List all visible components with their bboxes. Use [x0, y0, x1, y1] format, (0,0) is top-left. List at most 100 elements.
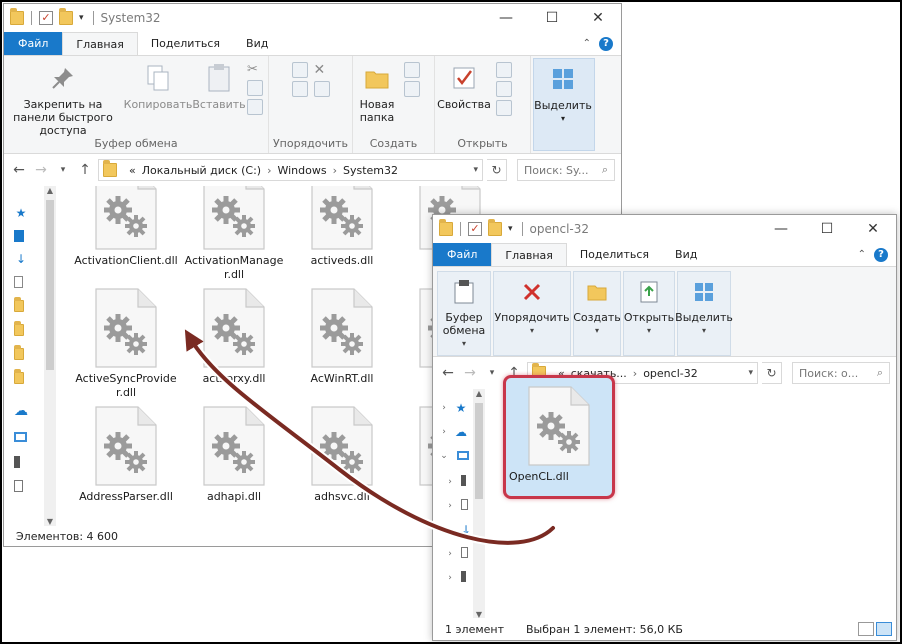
address-bar[interactable]: « Локальный диск (C:) › Windows › System… [98, 159, 483, 181]
tab-view[interactable]: Вид [233, 32, 281, 55]
breadcrumb-item[interactable]: Локальный диск (C:) [142, 164, 261, 177]
organize-button[interactable]: Упорядочить ▾ [493, 271, 571, 356]
new-folder-quick-icon[interactable] [488, 219, 502, 236]
tab-home[interactable]: Главная [62, 32, 138, 55]
file-item[interactable]: ActivationManager.dll [180, 186, 288, 282]
select-button[interactable]: Выделить ▾ [534, 63, 592, 125]
open-icon[interactable] [496, 62, 512, 78]
nav-scrollbar[interactable]: ▲ ▼ [473, 389, 485, 619]
recent-locations-icon[interactable]: ▾ [483, 368, 501, 378]
help-icon[interactable]: ? [874, 247, 888, 262]
search-input[interactable]: Поиск: Sy... ⌕ [517, 159, 615, 181]
address-dropdown-icon[interactable]: ▾ [748, 368, 753, 378]
open-button[interactable]: Открыть ▾ [623, 271, 675, 356]
scroll-thumb[interactable] [46, 200, 54, 370]
selected-file-item[interactable]: OpenCL.dll [503, 375, 615, 499]
back-arrow-icon[interactable]: ← [10, 162, 28, 178]
nav-folder-icon[interactable] [14, 321, 24, 336]
maximize-button[interactable]: ☐ [529, 4, 575, 32]
expand-icon[interactable]: › [443, 571, 457, 585]
nav-folder-icon[interactable] [14, 369, 24, 384]
expand-icon[interactable]: › [443, 523, 457, 537]
file-item[interactable]: AddressParser.dll [72, 400, 180, 518]
scroll-up-icon[interactable]: ▲ [44, 186, 56, 195]
maximize-button[interactable]: ☐ [804, 215, 850, 243]
minimize-button[interactable]: — [483, 4, 529, 32]
tab-view[interactable]: Вид [662, 243, 710, 266]
close-button[interactable]: ✕ [850, 215, 896, 243]
create-button[interactable]: Создать ▾ [573, 271, 621, 356]
copy-path-icon[interactable] [247, 80, 263, 96]
paste-shortcut-icon[interactable] [247, 99, 263, 115]
recent-locations-icon[interactable]: ▾ [54, 165, 72, 175]
quick-access-dropdown-icon[interactable]: ▾ [508, 224, 513, 234]
large-icons-view-icon[interactable] [876, 622, 892, 636]
nav-scrollbar[interactable]: ▲ ▼ [44, 186, 56, 526]
nav-folder-icon[interactable] [14, 345, 24, 360]
minimize-button[interactable]: — [758, 215, 804, 243]
file-item[interactable]: AcWinRT.dll [288, 282, 396, 400]
this-pc-icon[interactable] [14, 432, 27, 442]
nav-doc-icon[interactable] [14, 480, 23, 492]
documents-icon[interactable] [14, 276, 23, 288]
nav-doc-icon[interactable] [461, 547, 468, 558]
copy-to-icon[interactable] [291, 81, 308, 97]
breadcrumb-item[interactable]: opencl-32 [643, 367, 698, 380]
tab-file[interactable]: Файл [4, 32, 63, 55]
file-item[interactable]: adhsvc.dll [288, 400, 396, 518]
file-item[interactable]: activeds.dll [288, 186, 396, 282]
edit-icon[interactable] [496, 81, 512, 97]
expand-icon[interactable]: › [443, 475, 457, 489]
details-view-icon[interactable] [858, 622, 874, 636]
properties-quick-icon[interactable]: ✓ [39, 11, 53, 25]
scroll-up-icon[interactable]: ▲ [473, 389, 485, 398]
tab-share[interactable]: Поделиться [567, 243, 662, 266]
expand-icon[interactable]: › [443, 499, 457, 513]
expand-icon[interactable]: › [437, 425, 451, 439]
delete-icon[interactable]: ✕ [314, 62, 330, 78]
tab-file[interactable]: Файл [433, 243, 492, 266]
help-icon[interactable]: ? [599, 36, 613, 51]
pin-quick-access-button[interactable]: Закрепить на панели быстрого доступа [4, 62, 122, 137]
file-item[interactable]: actxprxy.dll [180, 282, 288, 400]
address-dropdown-icon[interactable]: ▾ [473, 165, 478, 175]
select-button[interactable]: Выделить ▾ [675, 271, 733, 356]
properties-quick-icon[interactable]: ✓ [468, 222, 482, 236]
tab-share[interactable]: Поделиться [138, 32, 233, 55]
up-arrow-icon[interactable]: ↑ [76, 162, 94, 178]
quick-access-icon[interactable]: ★ [455, 401, 467, 415]
file-item[interactable]: ActiveSyncProvider.dll [72, 282, 180, 400]
paste-button[interactable]: Вставить [192, 62, 246, 111]
expand-icon[interactable]: › [437, 401, 451, 415]
quick-access-dropdown-icon[interactable]: ▾ [79, 13, 84, 23]
nav-doc-icon[interactable] [461, 499, 468, 510]
close-button[interactable]: ✕ [575, 4, 621, 32]
copy-button[interactable]: Копировать [122, 62, 194, 111]
drive-icon[interactable] [461, 571, 466, 582]
tab-home[interactable]: Главная [491, 243, 567, 266]
rename-icon[interactable] [313, 81, 330, 97]
back-arrow-icon[interactable]: ← [439, 365, 457, 381]
drive-icon[interactable] [461, 475, 466, 486]
new-folder-button[interactable]: Новая папка [353, 62, 401, 124]
history-icon[interactable] [496, 100, 512, 116]
collapse-ribbon-icon[interactable]: ⌃ [583, 38, 591, 49]
forward-arrow-icon[interactable]: → [32, 162, 50, 178]
new-folder-quick-icon[interactable] [59, 8, 73, 25]
forward-arrow-icon[interactable]: → [461, 365, 479, 381]
quick-access-icon[interactable]: ★ [14, 206, 28, 220]
clipboard-button[interactable]: Буфер обмена ▾ [437, 271, 491, 356]
expand-icon[interactable]: › [443, 547, 457, 561]
search-input[interactable]: Поиск: о... ⌕ [792, 362, 890, 384]
breadcrumb-item[interactable]: System32 [343, 164, 398, 177]
properties-button[interactable]: Свойства [435, 62, 493, 111]
onedrive-icon[interactable]: ☁ [455, 425, 467, 439]
collapse-icon[interactable]: ⌄ [437, 449, 451, 463]
collapse-ribbon-icon[interactable]: ⌃ [858, 249, 866, 260]
refresh-icon[interactable]: ↻ [762, 362, 782, 384]
drive-icon[interactable] [14, 456, 20, 468]
breadcrumb-item[interactable]: Windows [277, 164, 326, 177]
file-item[interactable]: ActivationClient.dll [72, 186, 180, 282]
move-to-icon[interactable] [291, 62, 308, 78]
scroll-down-icon[interactable]: ▼ [44, 517, 56, 526]
